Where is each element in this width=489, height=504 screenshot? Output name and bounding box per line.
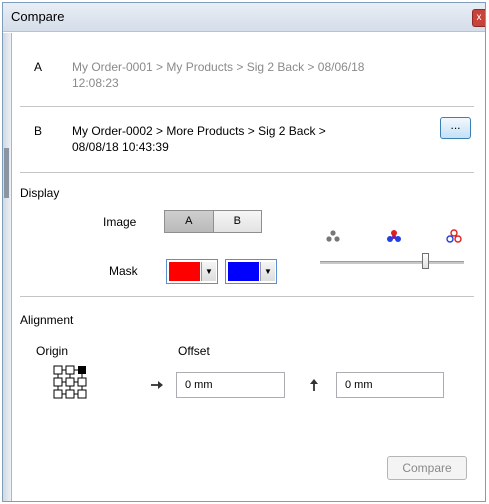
blend-slider-thumb[interactable] (421, 253, 429, 269)
source-a-key: A (34, 60, 43, 74)
chevron-down-icon[interactable]: ▼ (260, 262, 275, 281)
mask-b-swatch (228, 262, 259, 281)
mask-b-color-select[interactable]: ▼ (225, 259, 277, 284)
offset-label: Offset (178, 344, 210, 358)
image-label: Image (103, 215, 137, 229)
blend-slider-track[interactable] (320, 261, 464, 264)
source-b-path: My Order-0002 > More Products > Sig 2 Ba… (72, 124, 326, 138)
title-bar[interactable]: Compare x (3, 3, 485, 32)
selected-origin-marker[interactable] (78, 366, 86, 374)
arrow-right-icon (151, 381, 163, 389)
arrow-up-icon (310, 379, 318, 391)
divider (20, 296, 474, 297)
red-blue-dots-icon[interactable] (384, 228, 404, 244)
gray-dots-icon[interactable] (323, 228, 343, 244)
side-scrollbar[interactable] (3, 33, 12, 501)
browse-button[interactable]: ... (440, 117, 471, 139)
mask-a-swatch (169, 262, 200, 281)
origin-label: Origin (36, 344, 69, 358)
source-b-time: 08/08/18 10:43:39 (72, 140, 169, 154)
red-blue-rings-icon[interactable] (444, 228, 464, 244)
compare-button[interactable]: Compare (387, 456, 467, 480)
source-a-path: My Order-0001 > My Products > Sig 2 Back… (72, 60, 365, 74)
image-option-a[interactable]: A (165, 211, 214, 232)
image-option-b[interactable]: B (213, 211, 261, 232)
offset-x-field[interactable]: 0 mm (176, 372, 285, 398)
source-b-key: B (34, 124, 43, 138)
window-title: Compare (11, 9, 65, 24)
image-toggle: A B (164, 210, 262, 233)
chevron-down-icon[interactable]: ▼ (201, 262, 216, 281)
divider (20, 106, 474, 107)
mask-a-color-select[interactable]: ▼ (166, 259, 218, 284)
alignment-heading: Alignment (20, 313, 74, 327)
display-heading: Display (20, 186, 60, 200)
origin-grid-icon[interactable] (52, 364, 92, 404)
scrollbar-thumb[interactable] (4, 148, 9, 198)
divider (20, 172, 474, 173)
source-a-time: 12:08:23 (72, 76, 119, 90)
close-button[interactable]: x (472, 9, 485, 27)
mask-label: Mask (109, 264, 138, 278)
offset-y-field[interactable]: 0 mm (336, 372, 444, 398)
